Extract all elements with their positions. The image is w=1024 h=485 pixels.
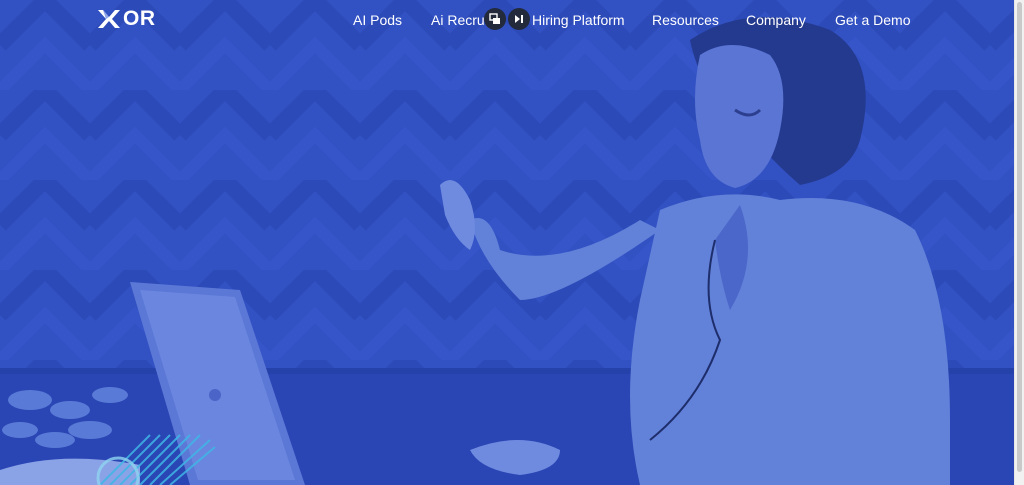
x-mark-logo-icon — [98, 10, 120, 28]
nav-item-hiring-platform[interactable]: Hiring Platform — [532, 12, 625, 28]
skip-next-button[interactable] — [508, 8, 530, 30]
site-header: OR AI Pods Ai Recruiter Hiring Platform … — [0, 0, 1014, 42]
scrollbar-thumb[interactable] — [1017, 2, 1022, 472]
nav-item-company[interactable]: Company — [746, 12, 806, 28]
vertical-scrollbar[interactable] — [1014, 0, 1024, 485]
picture-in-picture-icon — [489, 13, 500, 24]
picture-in-picture-button[interactable] — [484, 8, 506, 30]
logo-text: OR — [123, 7, 156, 30]
hero-background-image — [0, 0, 1014, 485]
nav-item-resources[interactable]: Resources — [652, 12, 719, 28]
hero-section — [0, 0, 1014, 485]
nav-item-ai-pods[interactable]: AI Pods — [353, 12, 402, 28]
nav-item-get-a-demo[interactable]: Get a Demo — [835, 12, 910, 28]
logo[interactable]: OR — [96, 7, 156, 30]
skip-next-icon — [515, 15, 523, 23]
